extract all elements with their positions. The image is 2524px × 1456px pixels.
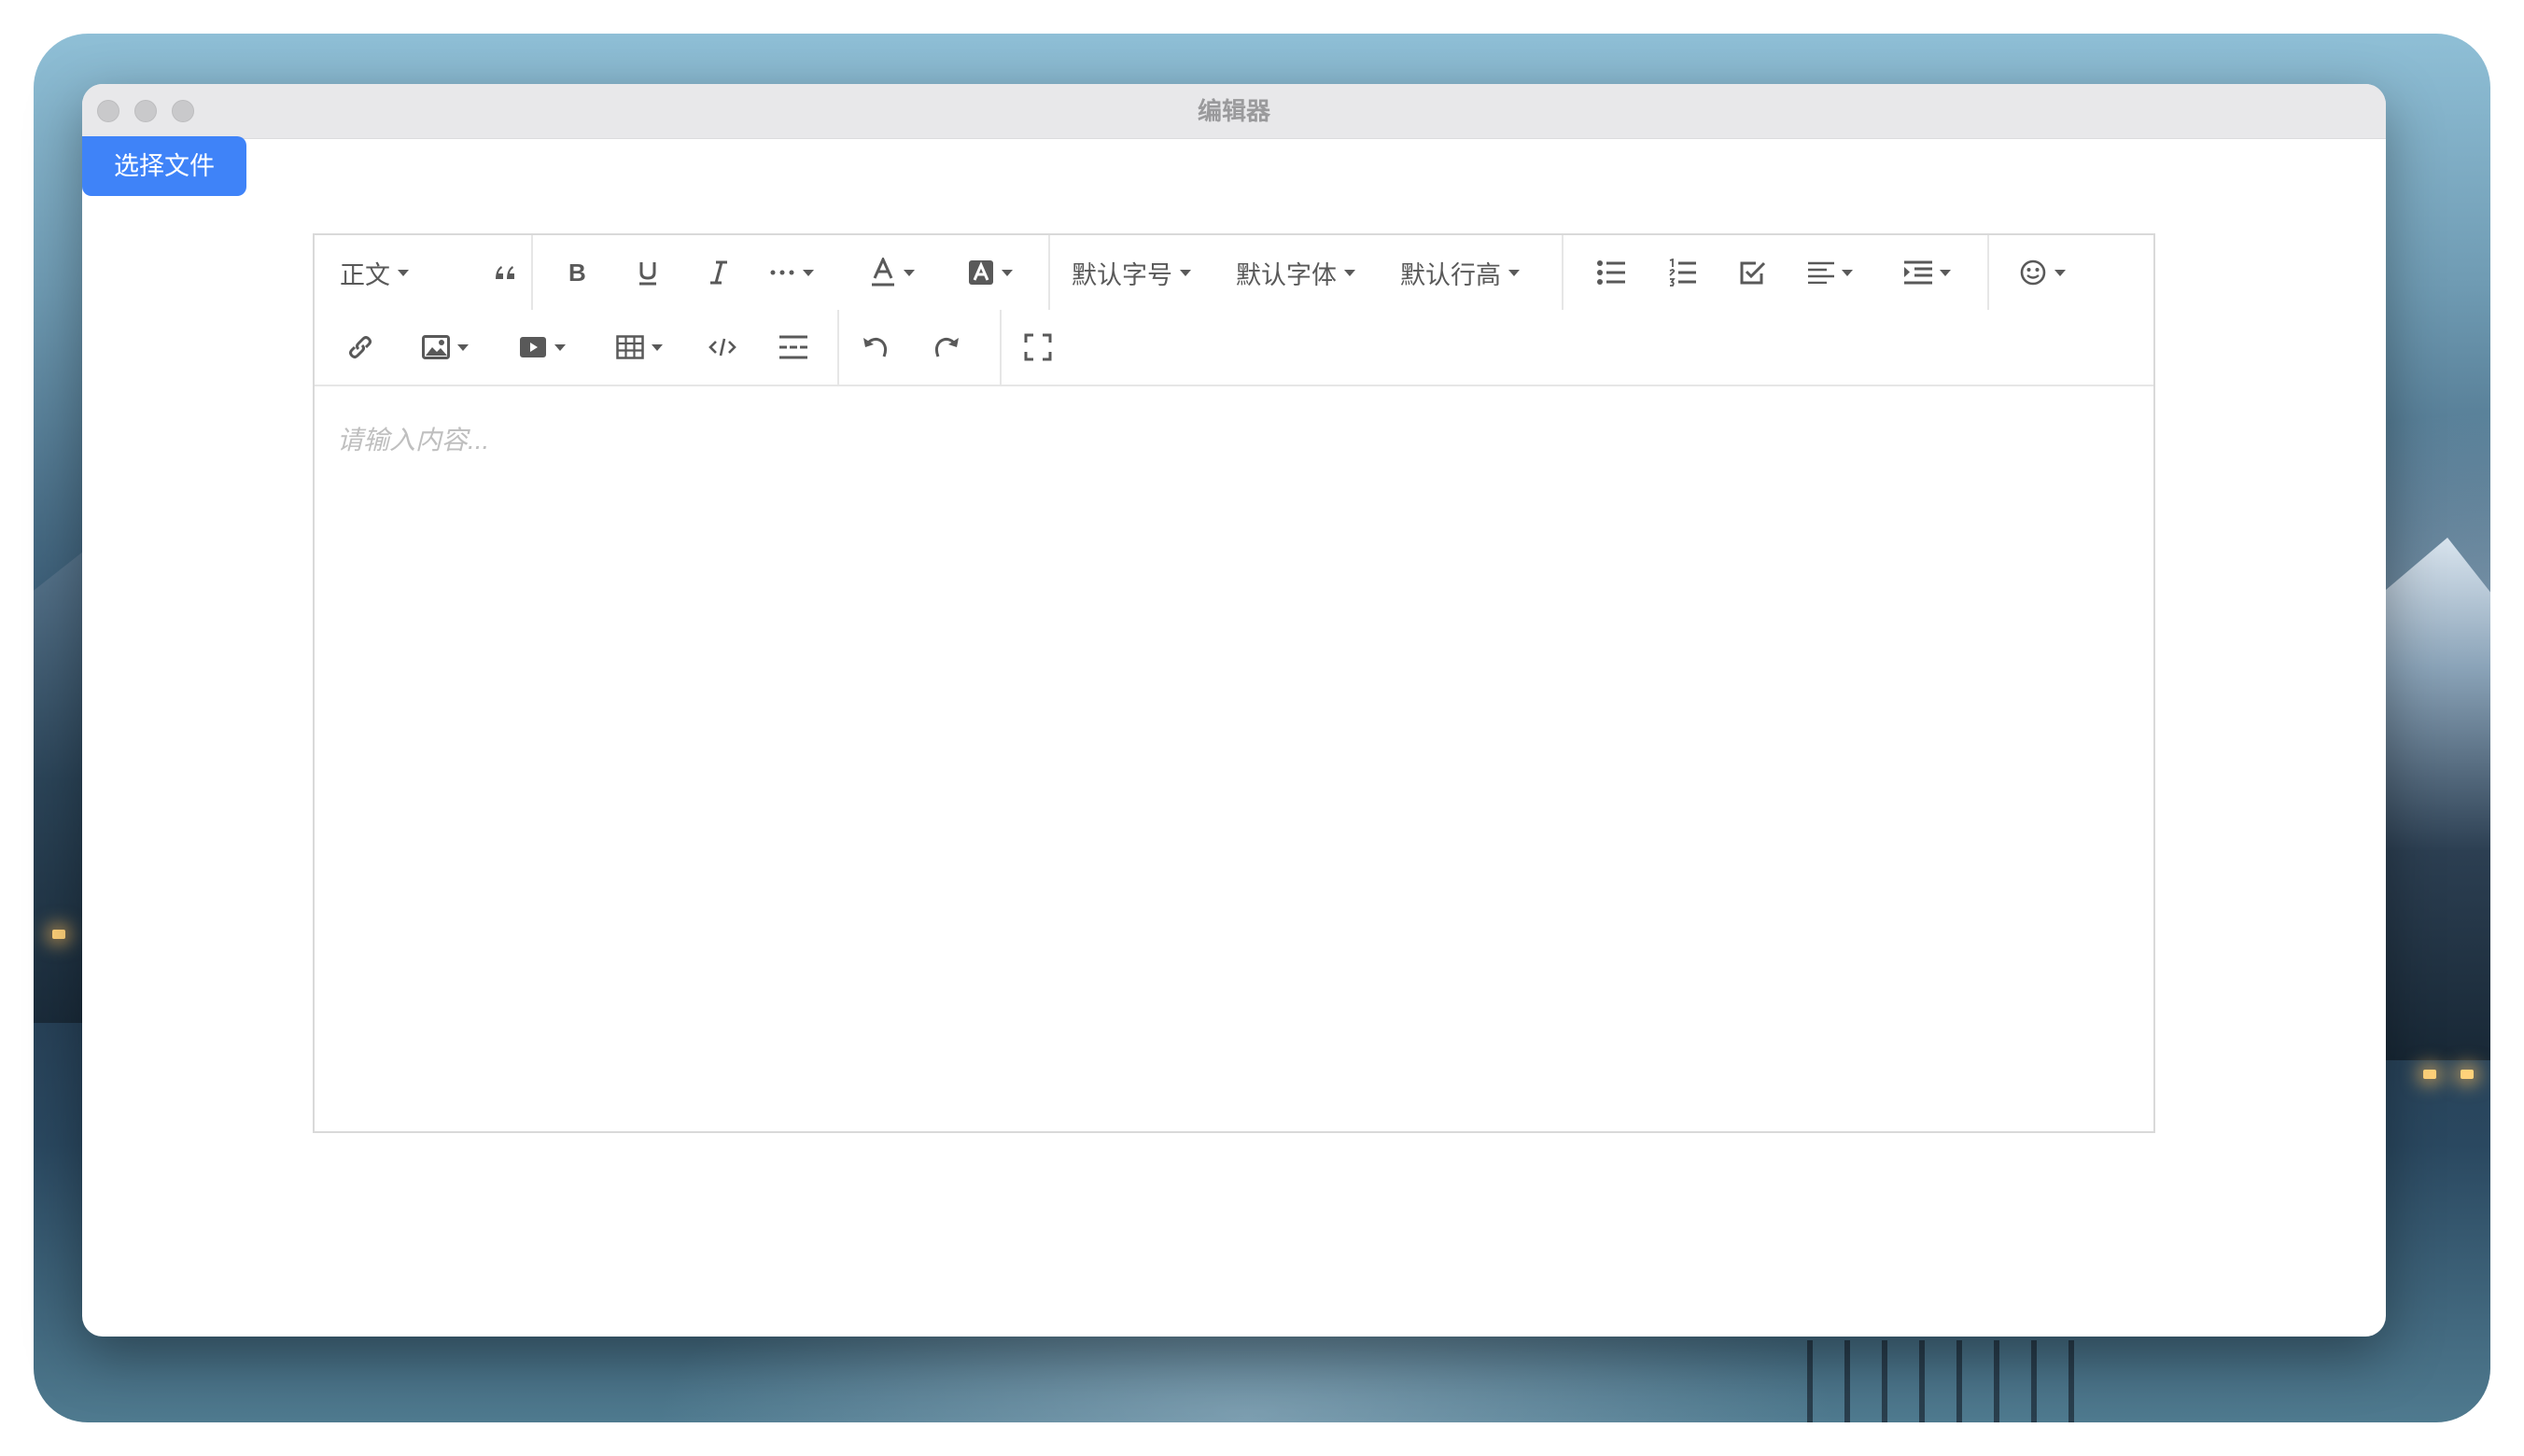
bold-button[interactable]: B [554,235,600,310]
heading-select[interactable]: 正文 [333,235,415,310]
chevron-down-icon [652,343,663,351]
divider-icon [779,335,807,359]
bulleted-list-button[interactable] [1588,235,1634,310]
line-height-label: 默认行高 [1400,260,1501,289]
window-titlebar: 编辑器 [82,84,2386,139]
toolbar-divider [1048,235,1050,310]
emoji-icon [2020,259,2046,286]
background-color-icon [969,260,993,285]
divider-button[interactable] [770,310,817,385]
blockquote-button[interactable] [483,235,529,310]
image-icon [422,335,450,359]
bold-icon: B [568,259,586,287]
font-size-select[interactable]: 默认字号 [1071,235,1192,310]
select-file-button[interactable]: 选择文件 [82,136,246,196]
indent-icon [1904,260,1932,285]
chevron-down-icon [1940,269,1951,276]
chevron-down-icon [1002,269,1013,276]
code-icon [708,338,736,357]
toolbar-divider [1987,235,1989,310]
insert-table-button[interactable] [602,310,677,385]
editor-toolbar: 正文 B 默认字号 默认字体 默认行高 [315,235,2153,386]
underline-button[interactable] [624,235,671,310]
wallpaper-house-light [52,930,65,939]
toolbar-divider [531,235,533,310]
toolbar-divider [1000,310,1002,385]
editor-content-area[interactable]: 请输入内容... [315,385,2153,1131]
toolbar-row-1: 正文 B 默认字号 默认字体 默认行高 [315,235,2153,310]
chevron-down-icon [554,343,566,351]
font-color-button[interactable] [860,235,925,310]
redo-button[interactable] [923,310,970,385]
toolbar-divider [1562,235,1563,310]
bulleted-list-icon [1597,260,1625,285]
underline-icon [639,262,656,286]
italic-icon [710,260,727,285]
window-title: 编辑器 [1197,97,1270,125]
font-family-select[interactable]: 默认字体 [1235,235,1356,310]
table-icon [616,335,644,359]
indent-button[interactable] [1890,235,1965,310]
more-styles-button[interactable] [759,235,824,310]
fullscreen-button[interactable] [1015,310,1061,385]
chevron-down-icon [457,343,469,351]
font-family-label: 默认字体 [1236,260,1337,289]
editor-window: 编辑器 选择文件 正文 B 默认字号 默认字体 默认行高 请输入内容... [82,84,2386,1337]
chevron-down-icon [904,269,915,276]
chevron-down-icon [2054,269,2066,276]
numbered-list-button[interactable] [1659,235,1705,310]
wallpaper-pier [1807,1340,2087,1422]
insert-link-button[interactable] [337,310,384,385]
chevron-down-icon [398,269,409,276]
toolbar-row-2 [315,310,2153,385]
chevron-down-icon [1508,269,1520,276]
wallpaper-house-light [2423,1070,2436,1079]
todo-button[interactable] [1730,235,1776,310]
insert-image-button[interactable] [408,310,483,385]
italic-button[interactable] [695,235,742,310]
rich-text-editor: 正文 B 默认字号 默认字体 默认行高 请输入内容... [313,233,2155,1133]
more-icon [770,270,794,275]
code-block-button[interactable] [699,310,746,385]
redo-icon [934,337,959,357]
chevron-down-icon [1842,269,1853,276]
quote-icon [496,266,514,279]
numbered-list-icon [1669,259,1696,287]
align-left-icon [1808,261,1834,284]
fullscreen-icon [1024,333,1052,361]
wallpaper-house-light [2461,1070,2474,1079]
font-size-label: 默认字号 [1072,260,1172,289]
align-button[interactable] [1793,235,1868,310]
heading-label: 正文 [340,260,390,289]
chevron-down-icon [1344,269,1355,276]
toolbar-divider [837,310,839,385]
insert-video-button[interactable] [505,310,580,385]
checkbox-icon [1740,261,1766,285]
video-icon [520,337,546,357]
svg-text:B: B [568,259,586,287]
undo-icon [863,337,888,357]
editor-placeholder: 请输入内容... [337,426,490,455]
background-color-button[interactable] [953,235,1028,310]
chevron-down-icon [1180,269,1191,276]
emoji-button[interactable] [2010,235,2075,310]
undo-button[interactable] [852,310,899,385]
link-icon [349,336,372,358]
chevron-down-icon [803,269,814,276]
font-color-icon [872,258,894,287]
line-height-select[interactable]: 默认行高 [1399,235,1521,310]
